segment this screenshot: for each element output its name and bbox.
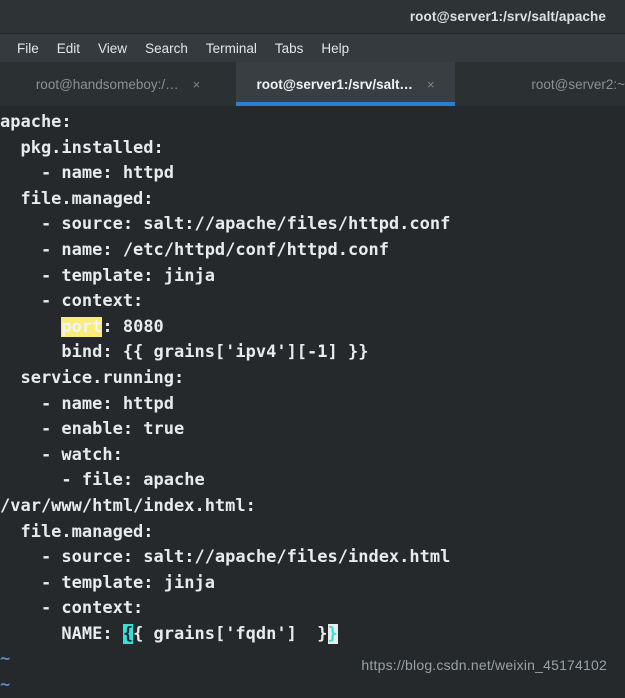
terminal-line: apache: — [0, 112, 72, 132]
matching-brace-highlight: { — [122, 623, 134, 644]
terminal-line: - context: — [0, 598, 144, 619]
menu-item-help[interactable]: Help — [312, 39, 358, 58]
terminal-line: - file: apache — [0, 470, 205, 491]
menu-item-edit[interactable]: Edit — [48, 39, 89, 58]
name-line-middle: { grains['fqdn'] } — [133, 623, 328, 644]
menu-item-terminal[interactable]: Terminal — [197, 39, 266, 58]
terminal-line: - enable: true — [0, 419, 185, 440]
menu-item-tabs[interactable]: Tabs — [266, 39, 313, 58]
tab-server1[interactable]: root@server1:/srv/salt… × — [236, 62, 455, 106]
menu-item-search[interactable]: Search — [136, 39, 197, 58]
watermark-text: https://blog.csdn.net/weixin_45174102 — [361, 657, 607, 674]
window-title: root@server1:/srv/salt/apache — [409, 9, 606, 24]
terminal-line-bind: bind: {{ grains['ipv4'][-1] }} — [0, 342, 369, 363]
terminal-line: - template: jinja — [0, 572, 215, 593]
tab-handsomeboy[interactable]: root@handsomeboy:/… × — [0, 62, 236, 106]
terminal-line: service.running: — [0, 367, 185, 388]
terminal-line: - source: salt://apache/files/httpd.conf — [0, 214, 451, 235]
terminal-line: file.managed: — [0, 521, 154, 542]
menu-item-file[interactable]: File — [8, 39, 48, 58]
terminal-line: file.managed: — [0, 188, 154, 209]
menu-item-view[interactable]: View — [89, 39, 136, 58]
port-line-indent — [0, 317, 61, 337]
terminal-line: - name: httpd — [0, 163, 174, 184]
terminal-content[interactable]: apache: pkg.installed: - name: httpd fil… — [0, 106, 625, 698]
terminal-line: - source: salt://apache/files/index.html — [0, 547, 451, 568]
title-bar: root@server1:/srv/salt/apache — [0, 0, 625, 34]
terminal-line: - watch: — [0, 444, 123, 465]
port-line-value: : 8080 — [102, 316, 164, 337]
tab-label: root@handsomeboy:/… — [35, 76, 179, 92]
terminal-line: - context: — [0, 291, 144, 312]
terminal-line: /var/www/html/index.html: — [0, 495, 256, 516]
tab-server2[interactable]: root@server2:~ — [455, 62, 625, 106]
text-cursor: } — [327, 623, 338, 644]
terminal-line-name: NAME: {{ grains['fqdn'] }} — [0, 622, 625, 648]
tab-label: root@server2:~ — [531, 76, 625, 92]
tab-bar: root@handsomeboy:/… × root@server1:/srv/… — [0, 62, 625, 106]
terminal-line: - template: jinja — [0, 265, 215, 286]
tab-label: root@server1:/srv/salt… — [256, 76, 413, 92]
search-highlight-port: port — [61, 316, 103, 337]
terminal-line-port: port: 8080 — [0, 315, 625, 341]
terminal-line: - name: httpd — [0, 393, 174, 414]
close-icon[interactable]: × — [427, 78, 435, 91]
menu-bar: File Edit View Search Terminal Tabs Help — [0, 34, 625, 62]
name-line-prefix: NAME: — [0, 623, 123, 644]
close-icon[interactable]: × — [193, 78, 201, 91]
terminal-line: - name: /etc/httpd/conf/httpd.conf — [0, 239, 389, 260]
terminal-window: root@server1:/srv/salt/apache File Edit … — [0, 0, 625, 698]
terminal-line: pkg.installed: — [0, 137, 164, 158]
